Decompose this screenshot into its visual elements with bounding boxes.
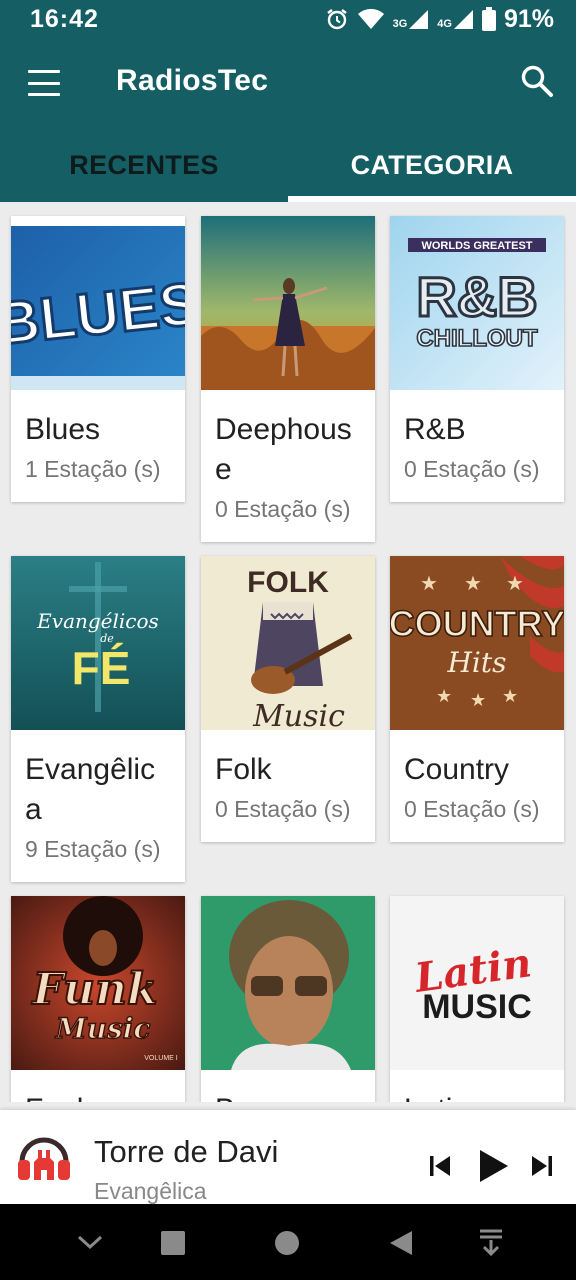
svg-text:VOLUME I: VOLUME I	[144, 1055, 178, 1062]
mini-player[interactable]: Torre de Davi Evangêlica	[0, 1110, 576, 1204]
svg-text:★: ★	[502, 686, 518, 706]
search-icon[interactable]	[520, 64, 554, 98]
battery-icon	[481, 7, 496, 31]
signal-3g-icon: 3G	[393, 8, 430, 30]
category-count: 0 Estação (s)	[404, 796, 540, 822]
category-title: Country	[404, 753, 510, 786]
svg-text:★: ★	[470, 690, 486, 710]
category-card-deephouse[interactable]: Deephouse 0 Estação (s)	[201, 216, 375, 542]
notification-pull-icon[interactable]	[478, 1228, 504, 1258]
svg-text:CHILLOUT: CHILLOUT	[416, 325, 538, 352]
app-title: RadiosTec	[116, 64, 269, 97]
svg-text:Evangélicos: Evangélicos	[36, 609, 159, 633]
category-title: Funk	[11, 1070, 185, 1102]
svg-text:WORLDS GREATEST: WORLDS GREATEST	[421, 240, 532, 252]
category-card-evangelica[interactable]: Evangélicos de FÉ Evangêlica 9 Estação (…	[11, 556, 185, 882]
svg-text:★: ★	[464, 573, 482, 595]
category-count: 0 Estação (s)	[404, 456, 540, 482]
player-subtitle: Evangêlica	[94, 1178, 207, 1204]
svg-text:★: ★	[506, 573, 524, 595]
category-image-deephouse	[201, 216, 375, 390]
svg-text:Hits: Hits	[447, 646, 507, 679]
svg-text:Funk: Funk	[31, 964, 158, 1015]
category-card-country[interactable]: ★ ★ ★ COUNTRY Hits ★ ★ ★ Country 0 Estaç…	[390, 556, 564, 842]
svg-text:Music: Music	[55, 1012, 151, 1045]
category-image-blues: BLUES	[11, 216, 185, 390]
recents-square-icon[interactable]	[160, 1230, 186, 1256]
alarm-icon	[326, 9, 347, 30]
radio-logo-icon	[18, 1137, 70, 1180]
category-card-brega[interactable]: Brega	[201, 896, 375, 1102]
category-title: Brega	[201, 1070, 375, 1102]
category-title: Deephouse	[215, 413, 352, 486]
menu-icon[interactable]	[24, 68, 64, 98]
home-circle-icon[interactable]	[274, 1230, 300, 1256]
svg-text:MUSIC: MUSIC	[422, 988, 532, 1026]
category-card-latina[interactable]: Latin MUSIC Latina	[390, 896, 564, 1102]
category-card-rnb[interactable]: WORLDS GREATEST R&B CHILLOUT R&B 0 Estaç…	[390, 216, 564, 502]
chevron-down-icon[interactable]	[76, 1232, 104, 1252]
system-nav-bar	[0, 1204, 576, 1280]
category-title: R&B	[404, 413, 466, 446]
category-title: Evangêlica	[25, 753, 156, 826]
tab-bar: RECENTES CATEGORIA	[0, 128, 576, 202]
player-title: Torre de Davi	[94, 1134, 279, 1169]
category-count: 1 Estação (s)	[25, 456, 161, 482]
status-bar: 16:42 3G 4G 91%	[0, 0, 576, 38]
svg-text:FOLK: FOLK	[247, 566, 329, 599]
category-title: Latina	[390, 1070, 564, 1102]
category-card-blues[interactable]: BLUES Blues 1 Estação (s)	[11, 216, 185, 502]
category-count: 0 Estação (s)	[215, 496, 351, 522]
signal-4g-icon: 4G	[437, 8, 474, 30]
svg-text:★: ★	[436, 686, 452, 706]
category-grid[interactable]: BLUES Blues 1 Estação (s) Deephouse 0 Es…	[0, 202, 576, 1102]
svg-text:R&B: R&B	[416, 265, 537, 328]
category-image-rnb: WORLDS GREATEST R&B CHILLOUT	[390, 216, 564, 390]
previous-icon[interactable]	[428, 1154, 452, 1178]
category-count: 9 Estação (s)	[25, 836, 161, 862]
status-time: 16:42	[30, 4, 99, 33]
back-triangle-icon[interactable]	[388, 1229, 414, 1257]
battery-percent: 91%	[503, 4, 554, 33]
category-image-folk: FOLK Music	[201, 556, 375, 730]
category-title: Blues	[25, 413, 101, 446]
play-icon[interactable]	[478, 1148, 510, 1184]
category-title: Folk	[215, 753, 272, 786]
category-image-country: ★ ★ ★ COUNTRY Hits ★ ★ ★	[390, 556, 564, 730]
svg-text:FÉ: FÉ	[72, 642, 131, 694]
svg-text:COUNTRY: COUNTRY	[390, 603, 564, 644]
category-image-brega	[201, 896, 375, 1070]
next-icon[interactable]	[530, 1154, 554, 1178]
svg-text:★: ★	[420, 573, 438, 595]
tab-categoria[interactable]: CATEGORIA	[288, 128, 576, 202]
category-count: 0 Estação (s)	[215, 796, 351, 822]
wifi-icon	[357, 8, 384, 29]
svg-text:Music: Music	[252, 699, 345, 730]
tab-recentes[interactable]: RECENTES	[0, 128, 288, 202]
app-bar: RadiosTec RECENTES CATEGORIA	[0, 38, 576, 202]
category-image-funk: Funk Music VOLUME I	[11, 896, 185, 1070]
category-image-evangelica: Evangélicos de FÉ	[11, 556, 185, 730]
category-image-latina: Latin MUSIC	[390, 896, 564, 1070]
category-card-funk[interactable]: Funk Music VOLUME I Funk	[11, 896, 185, 1102]
category-card-folk[interactable]: FOLK Music Folk 0 Estação (s)	[201, 556, 375, 842]
